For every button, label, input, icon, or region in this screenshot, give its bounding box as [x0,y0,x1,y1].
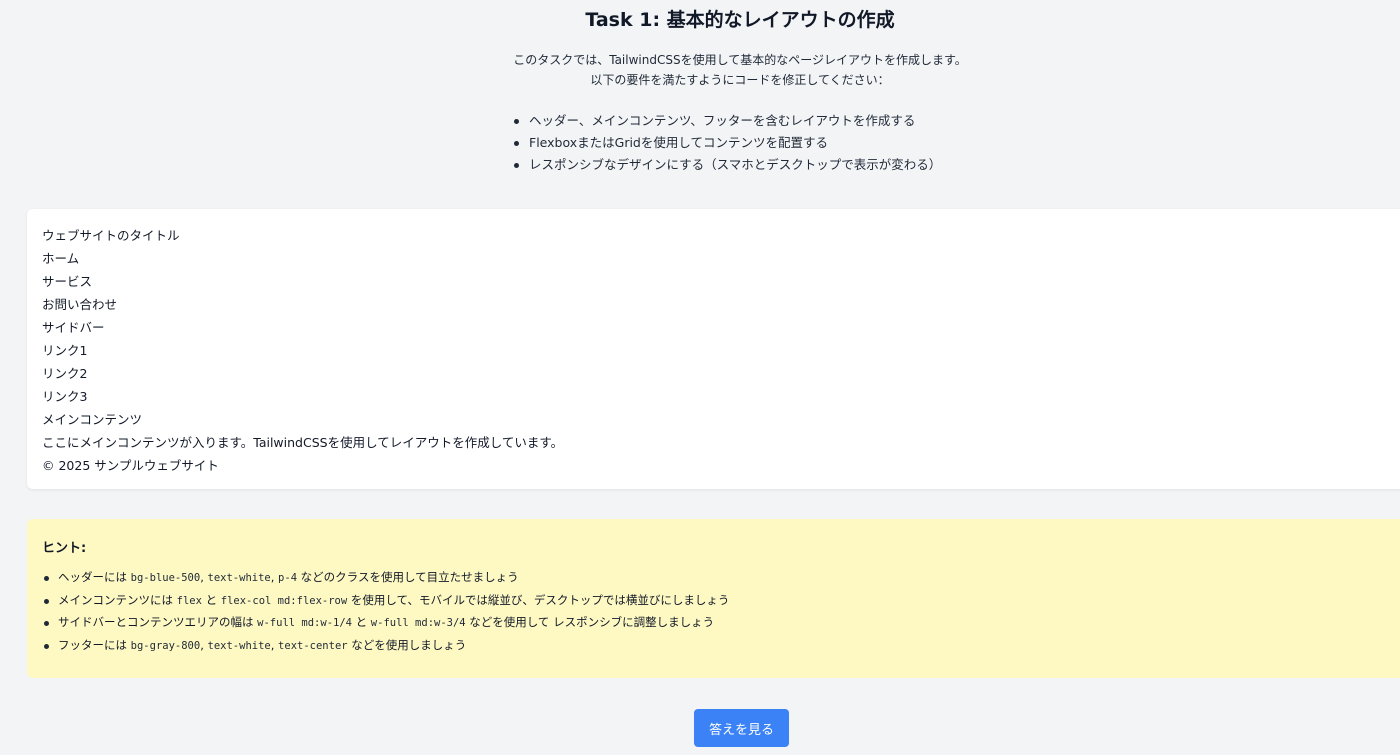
class-code: text-white [207,639,271,652]
requirement-item: FlexboxまたはGridを使用してコンテンツを配置する [512,132,1032,154]
hint-item-header: ヘッダーには bg-blue-500, text-white, p-4 などのク… [42,567,1400,590]
class-code: text-center [278,639,348,652]
site-title: ウェブサイトのタイトル [42,228,180,243]
hint-text: などのクラスを使用して目立たせましょう [297,570,519,584]
requirement-item: ヘッダー、メインコンテンツ、フッターを含むレイアウトを作成する [512,110,1032,132]
class-code: bg-blue-500 [130,572,201,584]
class-code: p-4 [278,572,298,584]
requirements-list: ヘッダー、メインコンテンツ、フッターを含むレイアウトを作成する Flexboxま… [512,110,1032,176]
hint-separator: , [270,570,279,584]
nav-item-services[interactable]: サービス [42,270,1400,293]
nav-item-home[interactable]: ホーム [42,247,1400,270]
hint-separator: , [200,570,208,584]
main-content-title: メインコンテンツ [42,412,143,427]
hint-text: を使用して、モバイルでは縦並び、デスクトップでは横並びにしましょう [347,592,730,607]
hint-list: ヘッダーには bg-blue-500, text-white, p-4 などのク… [42,567,1400,657]
hint-text: フッターには [58,637,131,652]
hint-text: メインコンテンツには [58,592,177,607]
show-answer-button[interactable]: 答えを見る [694,709,789,747]
sidebar-link-3[interactable]: リンク3 [42,385,1400,408]
intro-line-2: 以下の要件を満たすようにコードを修正してください： [590,73,890,87]
hint-item-main: メインコンテンツには flex と flex-col md:flex-row を… [42,590,1400,613]
class-code: bg-gray-800 [130,639,201,652]
main-content-text: ここにメインコンテンツが入ります。TailwindCSSを使用してレイアウトを作… [42,435,564,450]
sidebar-title: サイドバー [42,320,105,335]
hint-text: サイドバーとコンテンツエリアの幅は [58,615,258,629]
hint-item-width: サイドバーとコンテンツエリアの幅は w-full md:w-1/4 と w-fu… [42,612,1400,635]
class-code: w-full md:w-3/4 [370,617,466,629]
layout-preview-card: ウェブサイトのタイトル ホーム サービス お問い合わせ サイドバー リンク1 リ… [27,209,1400,489]
hint-item-footer: フッターには bg-gray-800, text-white, text-cen… [42,635,1400,658]
hint-separator: , [200,637,208,652]
sidebar-link-2[interactable]: リンク2 [42,362,1400,385]
page: Task 1: 基本的なレイアウトの作成 このタスクでは、TailwindCSS… [0,0,1400,755]
nav-item-contact[interactable]: お問い合わせ [42,293,1400,316]
hint-box: ヒント: ヘッダーには bg-blue-500, text-white, p-4… [27,519,1400,678]
class-code: flex [176,594,202,607]
intro-line-1: このタスクでは、TailwindCSSを使用して基本的なページレイアウトを作成し… [513,53,967,67]
task-intro: このタスクでは、TailwindCSSを使用して基本的なページレイアウトを作成し… [0,50,1400,90]
hint-text: などを使用しましょう [347,637,467,652]
footer-text: © 2025 サンプルウェブサイト [42,458,219,473]
hint-text: などを使用して レスポンシブに調整しましょう [465,615,715,629]
class-code: text-white [207,572,271,584]
class-code: w-full md:w-1/4 [257,617,352,629]
hint-title: ヒント: [42,541,87,556]
class-code: flex-col md:flex-row [220,594,348,607]
hint-text: と [201,592,221,607]
hint-text: と [351,615,371,629]
requirement-item: レスポンシブなデザインにする（スマホとデスクトップで表示が変わる） [512,154,1032,176]
hint-text: ヘッダーには [58,570,131,584]
task-title: Task 1: 基本的なレイアウトの作成 [585,9,895,31]
hint-separator: , [270,637,279,652]
sidebar-link-1[interactable]: リンク1 [42,339,1400,362]
